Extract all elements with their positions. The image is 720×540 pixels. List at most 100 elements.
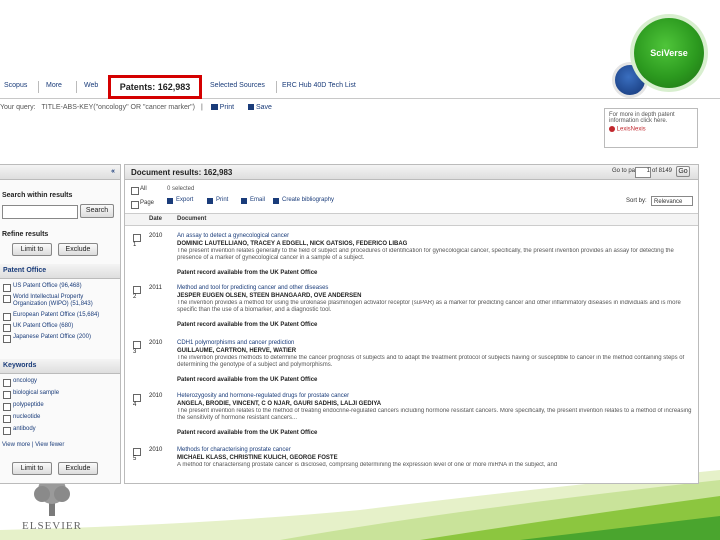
results-header: Document results: 162,983 Go to page: 1 …: [125, 165, 698, 180]
lexis-text: For more in depth patent information cli…: [609, 112, 675, 124]
result-checkbox[interactable]: [133, 341, 141, 349]
email-icon[interactable]: [241, 198, 247, 204]
limit-to-button[interactable]: Limit to: [12, 243, 52, 256]
keyword-checkbox[interactable]: [3, 427, 11, 435]
sidebar-header: «: [0, 165, 120, 180]
result-source: Patent record available from the UK Pate…: [177, 377, 318, 383]
office-checkbox[interactable]: [3, 335, 11, 343]
selected-count: 0 selected: [167, 186, 195, 192]
office-item[interactable]: Japanese Patent Office (200): [13, 334, 91, 340]
office-item[interactable]: European Patent Office (15,684): [13, 312, 99, 318]
select-all-checkbox[interactable]: [131, 187, 139, 195]
result-title-link[interactable]: Heterozygosity and hormone-regulated dru…: [177, 393, 349, 399]
refine-sidebar: « Search within results Search Refine re…: [0, 164, 121, 484]
tab-scopus[interactable]: Scopus: [4, 82, 27, 89]
office-checkbox[interactable]: [3, 295, 11, 303]
office-checkbox[interactable]: [3, 313, 11, 321]
tab-selected-sources[interactable]: Selected Sources: [210, 82, 265, 89]
result-item: 2 2011 Method and tool for predicting canc…: [125, 285, 698, 335]
keyword-item[interactable]: antibody: [13, 426, 36, 432]
collapse-icon[interactable]: «: [111, 168, 115, 175]
query-save-link[interactable]: Save: [256, 104, 272, 111]
result-authors: JESPER EUGEN OLSEN, STEEN BHANGAARD, OVE…: [177, 293, 362, 299]
column-header-row: Date Document: [125, 213, 698, 226]
result-number: 1: [133, 242, 137, 248]
result-item: 4 2010 Heterozygosity and hormone-regulate…: [125, 393, 698, 443]
save-icon[interactable]: [248, 104, 255, 111]
result-number: 2: [133, 294, 137, 300]
result-number: 4: [133, 402, 137, 408]
lexis-logo-text: LexisNexis: [616, 126, 646, 133]
result-abstract: A method for characterising prostate can…: [177, 462, 558, 468]
tab-patents[interactable]: Patents: 162,983: [108, 75, 202, 99]
result-authors: GUILLAUME, CARTRON, HERVE, WATIER: [177, 348, 297, 354]
result-title-link[interactable]: An assay to detect a gynecological cance…: [177, 233, 289, 239]
office-item[interactable]: World Intellectual Property Organization…: [13, 294, 111, 308]
keyword-item[interactable]: nucleotide: [13, 414, 40, 420]
lexis-logo-icon: [609, 126, 615, 132]
refine-results-label: Refine results: [2, 231, 49, 238]
select-all-label: All: [140, 186, 147, 192]
print-link[interactable]: Print: [216, 197, 228, 203]
lexisnexis-box[interactable]: For more in depth patent information cli…: [604, 108, 698, 148]
keywords-header[interactable]: Keywords: [0, 359, 120, 374]
select-page-label: Page: [140, 200, 155, 206]
patent-office-header[interactable]: Patent Office: [0, 264, 120, 279]
search-within-button[interactable]: Search: [80, 204, 114, 218]
exclude-button-bottom[interactable]: Exclude: [58, 462, 98, 475]
create-bibliography-link[interactable]: Create bibliography: [282, 197, 334, 203]
tab-erc-hub[interactable]: ERC Hub 40D Tech List: [282, 82, 356, 89]
sort-label: Sort by:: [626, 198, 647, 204]
keyword-item[interactable]: oncology: [13, 378, 37, 384]
result-checkbox[interactable]: [133, 394, 141, 402]
tab-divider: [276, 81, 277, 93]
col-date[interactable]: Date: [149, 216, 162, 222]
view-more-fewer-links[interactable]: View more | View fewer: [2, 442, 64, 448]
office-item[interactable]: US Patent Office (96,468): [13, 283, 82, 289]
result-year: 2011: [149, 285, 162, 291]
page-input[interactable]: 1: [635, 167, 651, 178]
result-authors: ANGELA, BRODIE, VINCENT, C O NJAR, GAURI…: [177, 401, 382, 407]
query-divider: |: [200, 104, 203, 111]
result-title-link[interactable]: Methods for characterising prostate canc…: [177, 447, 291, 453]
result-checkbox[interactable]: [133, 286, 141, 294]
result-checkbox[interactable]: [133, 234, 141, 242]
results-panel: Document results: 162,983 Go to page: 1 …: [124, 164, 699, 484]
result-abstract: The invention provides methods to determ…: [177, 355, 685, 368]
export-icon[interactable]: [167, 198, 173, 204]
sort-select[interactable]: Relevance: [651, 196, 693, 206]
result-abstract: The present invention relates to the met…: [177, 408, 692, 421]
office-checkbox[interactable]: [3, 284, 11, 292]
bibliography-icon[interactable]: [273, 198, 279, 204]
results-count-title: Document results: 162,983: [131, 168, 233, 177]
select-page-checkbox[interactable]: [131, 201, 139, 209]
keyword-checkbox[interactable]: [3, 379, 11, 387]
result-year: 2010: [149, 233, 163, 239]
exclude-button[interactable]: Exclude: [58, 243, 98, 256]
result-title-link[interactable]: Method and tool for predicting cancer an…: [177, 285, 328, 291]
result-year: 2010: [149, 340, 163, 346]
keyword-item[interactable]: polypeptide: [13, 402, 44, 408]
limit-to-button-bottom[interactable]: Limit to: [12, 462, 52, 475]
keyword-item[interactable]: biological sample: [13, 390, 59, 396]
go-button[interactable]: Go: [676, 166, 690, 177]
search-within-input[interactable]: [2, 205, 78, 219]
result-source: Patent record available from the UK Pate…: [177, 322, 318, 328]
email-link[interactable]: Email: [250, 197, 265, 203]
query-print-link[interactable]: Print: [220, 104, 234, 111]
col-document[interactable]: Document: [177, 216, 206, 222]
office-checkbox[interactable]: [3, 324, 11, 332]
result-title-link[interactable]: CDH1 polymorphisms and cancer prediction: [177, 340, 294, 346]
tab-more[interactable]: More: [46, 82, 62, 89]
print-icon[interactable]: [210, 104, 218, 111]
tab-web[interactable]: Web: [84, 82, 98, 89]
result-checkbox[interactable]: [133, 448, 141, 456]
print-icon[interactable]: [207, 198, 213, 204]
office-item[interactable]: UK Patent Office (680): [13, 323, 73, 329]
keyword-checkbox[interactable]: [3, 415, 11, 423]
lexis-logo: LexisNexis: [609, 126, 693, 133]
keyword-checkbox[interactable]: [3, 403, 11, 411]
query-text: TITLE-ABS-KEY("oncology" OR "cancer mark…: [41, 104, 195, 111]
export-link[interactable]: Export: [176, 197, 193, 203]
keyword-checkbox[interactable]: [3, 391, 11, 399]
